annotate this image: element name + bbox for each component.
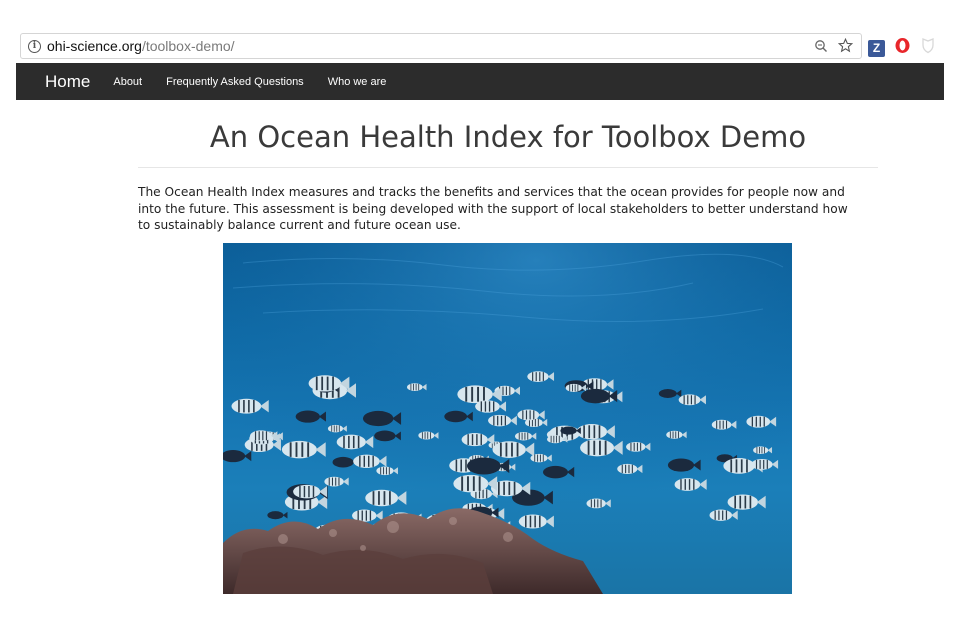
title-divider (138, 167, 878, 168)
page-title: An Ocean Health Index for Toolbox Demo (209, 120, 807, 154)
star-icon[interactable] (837, 37, 854, 58)
nav-faq-link[interactable]: Frequently Asked Questions (166, 76, 304, 88)
browser-chrome: i ohi-science.org/toolbox-demo/ Z (0, 0, 960, 63)
z-extension-icon[interactable]: Z (868, 39, 885, 57)
url-actions (814, 37, 854, 58)
url-host: ohi-science.org (47, 38, 142, 54)
underwater-scene (223, 243, 792, 594)
hero-ocean-image (223, 243, 792, 594)
url-text[interactable]: ohi-science.org/toolbox-demo/ (47, 38, 235, 54)
nav-home-link[interactable]: Home (45, 72, 90, 92)
intro-paragraph: The Ocean Health Index measures and trac… (138, 185, 848, 232)
zoom-icon[interactable] (814, 39, 828, 58)
nav-who-we-are-link[interactable]: Who we are (328, 76, 387, 88)
site-navbar: Home About Frequently Asked Questions Wh… (16, 63, 944, 100)
opera-icon[interactable] (894, 37, 911, 59)
nav-about-link[interactable]: About (113, 76, 142, 88)
extension-icons: Z (868, 37, 936, 59)
url-path: /toolbox-demo/ (141, 38, 235, 54)
info-icon[interactable]: i (28, 39, 41, 53)
shield-icon[interactable] (920, 37, 936, 59)
address-bar[interactable]: i ohi-science.org/toolbox-demo/ (20, 33, 862, 59)
